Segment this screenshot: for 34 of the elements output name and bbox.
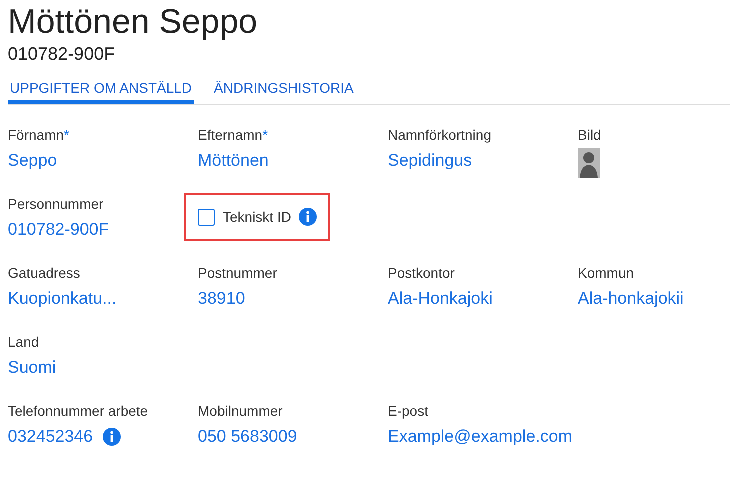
field-label: Förnamn* bbox=[8, 126, 70, 144]
field-value[interactable]: Ala-honkajokii bbox=[578, 288, 684, 310]
field-value[interactable]: 010782-900F bbox=[8, 219, 110, 241]
info-icon[interactable] bbox=[299, 208, 318, 226]
field-value[interactable]: Sepidingus bbox=[388, 150, 472, 172]
personal-id: 010782-900F bbox=[8, 43, 116, 66]
checkbox-label: Tekniskt ID bbox=[223, 209, 292, 225]
tab[interactable]: UPPGIFTER OM ANSTÄLLD bbox=[8, 76, 194, 104]
field-label: Telefonnummer arbete bbox=[8, 402, 148, 420]
field-label: Postnummer bbox=[198, 264, 278, 282]
field-label: Namnförkortning bbox=[388, 126, 492, 144]
page-title: Möttönen Seppo bbox=[8, 2, 259, 42]
field-value[interactable]: Kuopionkatu... bbox=[8, 288, 117, 310]
field-value[interactable]: Seppo bbox=[8, 150, 58, 172]
field-value[interactable]: Example@example.com bbox=[388, 426, 572, 448]
checkbox[interactable] bbox=[198, 208, 215, 226]
field-value[interactable]: Möttönen bbox=[198, 150, 269, 172]
field-label: Bild bbox=[578, 126, 602, 144]
info-icon[interactable] bbox=[103, 428, 122, 446]
field-value[interactable]: Ala-Honkajoki bbox=[388, 288, 493, 310]
field-label: Postkontor bbox=[388, 264, 455, 282]
field-label: Efternamn* bbox=[198, 126, 268, 144]
field-value[interactable]: 032452346 bbox=[8, 426, 94, 448]
field-value[interactable]: 050 5683009 bbox=[198, 426, 298, 448]
field-value[interactable]: 38910 bbox=[198, 288, 246, 310]
field-label: E-post bbox=[388, 402, 428, 420]
field-value[interactable]: Suomi bbox=[8, 357, 56, 379]
field-label: Mobilnummer bbox=[198, 402, 283, 420]
tab[interactable]: ÄNDRINGSHISTORIA bbox=[212, 76, 356, 104]
field-label: Land bbox=[8, 333, 40, 351]
avatar-icon bbox=[578, 148, 600, 178]
field-label: Gatuadress bbox=[8, 264, 80, 282]
field-label: Kommun bbox=[578, 264, 634, 282]
field-label: Personnummer bbox=[8, 195, 104, 213]
